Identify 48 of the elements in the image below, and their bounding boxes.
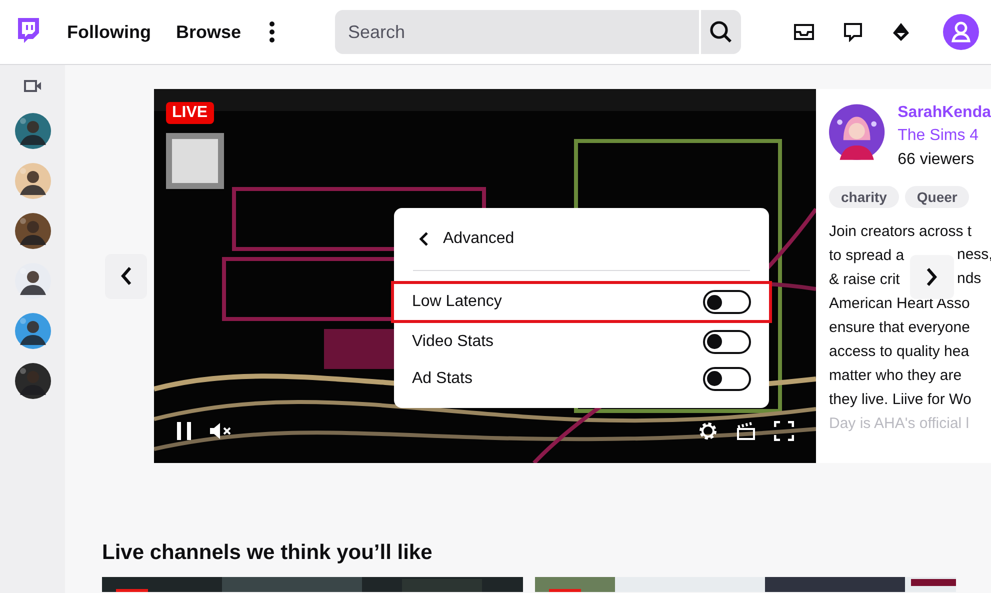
menu-option[interactable]: Video Stats xyxy=(391,323,772,360)
chat-icon[interactable] xyxy=(843,22,863,42)
description-line: to spread a xyxy=(829,246,904,264)
description-line: they live. Liive for Wo xyxy=(829,390,972,408)
back-icon[interactable] xyxy=(419,231,429,247)
toggle-switch[interactable] xyxy=(703,366,751,390)
game-link[interactable]: The Sims 4 xyxy=(898,124,991,148)
search-button[interactable] xyxy=(699,10,742,54)
camera-icon xyxy=(24,80,42,92)
nav-link[interactable]: Browse xyxy=(176,22,242,42)
description-line: American Heart Asso xyxy=(829,294,970,312)
previous-button[interactable] xyxy=(105,254,147,298)
muted-speaker-icon[interactable] xyxy=(210,422,232,440)
description-line: ensure that everyone xyxy=(829,318,970,336)
logo-icon[interactable] xyxy=(16,18,40,46)
user-avatar-icon[interactable] xyxy=(943,14,979,50)
menu-option[interactable]: Low Latency xyxy=(391,281,772,323)
nav-link[interactable]: Following xyxy=(67,22,151,42)
toggle-switch[interactable] xyxy=(703,290,751,314)
chevron-left-icon xyxy=(120,266,132,286)
more-icon[interactable] xyxy=(269,21,276,43)
search-field[interactable]: Search xyxy=(335,10,700,54)
search-icon xyxy=(709,20,734,44)
pause-icon[interactable] xyxy=(176,422,192,440)
settings-icon[interactable] xyxy=(698,421,718,441)
fullscreen-icon[interactable] xyxy=(774,421,794,441)
chevron-right-icon xyxy=(926,267,938,287)
toggle-switch[interactable] xyxy=(703,330,751,354)
description-line: Day is AHA's official l xyxy=(829,414,970,432)
option-label: Video Stats xyxy=(412,332,494,350)
description-line: nds xyxy=(957,270,982,287)
description-line: Join creators across t xyxy=(829,222,972,240)
viewer-count: 66 viewers xyxy=(898,150,976,170)
tag[interactable]: Queer xyxy=(904,186,970,208)
menu-option[interactable]: Ad Stats xyxy=(391,360,772,397)
next-button[interactable] xyxy=(910,255,954,299)
option-label: Ad Stats xyxy=(412,370,472,388)
tag[interactable]: charity xyxy=(829,186,899,208)
description-line: access to quality hea xyxy=(829,342,970,360)
clapperboard-icon[interactable] xyxy=(736,421,756,441)
section-heading: Live channels we think you’ll like xyxy=(102,540,434,566)
option-label: Low Latency xyxy=(412,293,502,311)
channel-name[interactable]: SarahKenda xyxy=(898,102,991,124)
description-line: & raise crit xyxy=(829,270,900,288)
description-line: matter who they are xyxy=(829,366,962,384)
menu-title: Advanced xyxy=(443,230,514,248)
live-badge: LIVE xyxy=(166,102,214,124)
inbox-icon[interactable] xyxy=(793,22,815,42)
